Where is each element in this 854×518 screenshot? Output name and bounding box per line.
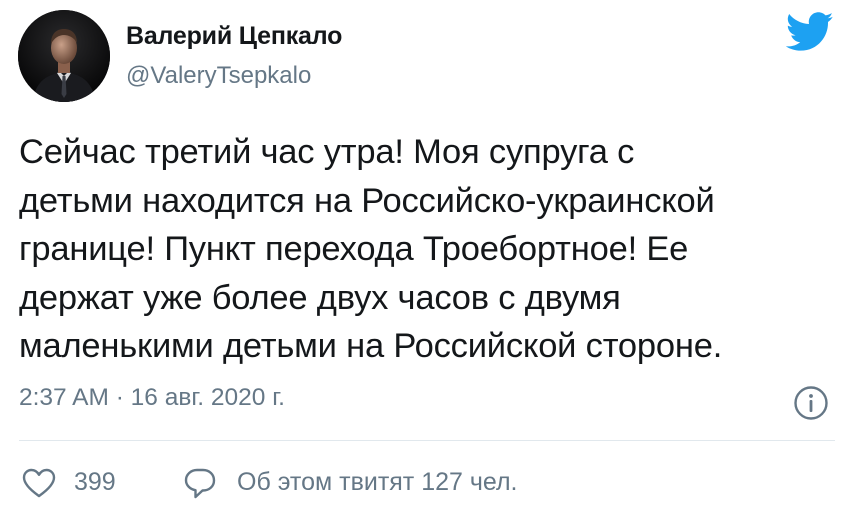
- tweet-text-line: детьми находится на Российско-украинской: [19, 181, 715, 220]
- tweet-card: Валерий Цепкало @ValeryTsepkalo Сейчас т…: [0, 0, 854, 518]
- author-handle[interactable]: @ValeryTsepkalo: [126, 62, 311, 90]
- tweet-text-line: Сейчас третий час утра! Моя супруга с: [19, 133, 635, 171]
- author-avatar[interactable]: [18, 10, 110, 102]
- like-count[interactable]: 399: [74, 468, 116, 497]
- twitter-bird-icon[interactable]: [785, 12, 834, 52]
- speech-bubble-icon[interactable]: [183, 467, 217, 500]
- tweet-text-line: держат уже более двух часов с двумя: [19, 278, 621, 317]
- author-display-name[interactable]: Валерий Цепкало: [126, 22, 342, 51]
- tweet-text: Сейчас третий час утра! Моя супруга с де…: [19, 128, 839, 371]
- heart-icon[interactable]: [21, 467, 57, 499]
- info-icon[interactable]: [793, 385, 829, 421]
- tweet-actions: 399 Об этом твитят 127 чел.: [0, 462, 854, 506]
- tweet-text-line: границе! Пункт перехода Троебортное! Ее: [19, 230, 689, 268]
- tweet-timestamp[interactable]: 2:37 AM · 16 авг. 2020 г.: [19, 384, 285, 412]
- divider: [19, 440, 835, 441]
- tweet-text-line: маленькими детьми на Российской стороне.: [19, 327, 723, 365]
- discussion-link[interactable]: Об этом твитят 127 чел.: [237, 468, 518, 497]
